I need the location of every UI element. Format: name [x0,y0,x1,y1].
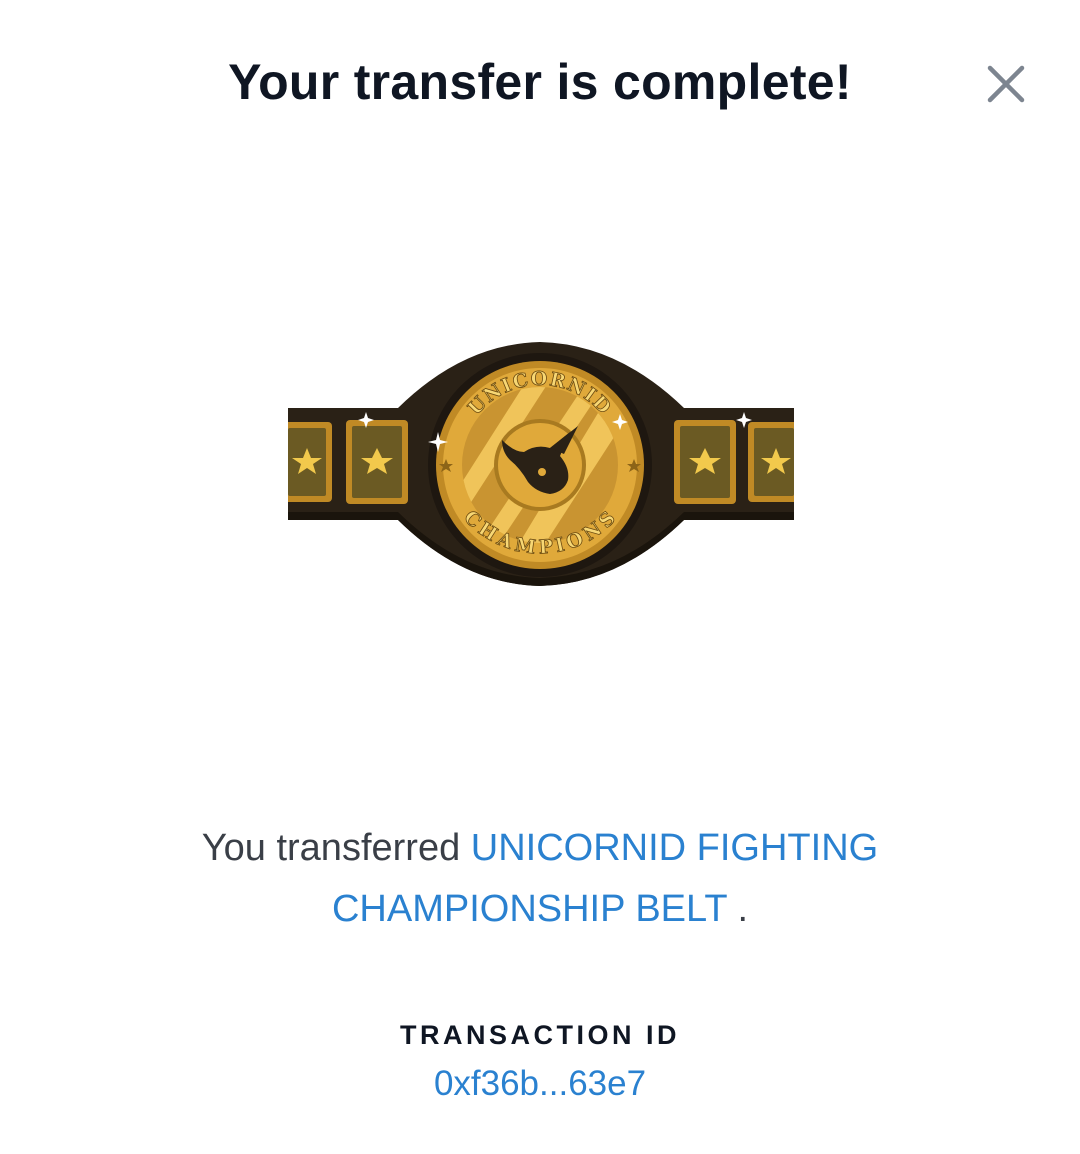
transfer-message: You transferred UNICORNID FIGHTING CHAMP… [140,818,940,940]
belt-plate-right-outer [748,422,794,502]
transaction-id-label: TRANSACTION ID [400,1020,680,1050]
championship-belt-image: UNICORNID CHAMPIONS [288,342,794,586]
message-suffix: . [737,888,748,930]
transaction-id-link[interactable]: 0xf36b...63e7 [434,1064,646,1103]
close-button[interactable] [972,50,1040,118]
belt-plate-left-outer [288,422,332,502]
belt-plate-left-inner [346,420,408,504]
modal-title: Your transfer is complete! [228,54,852,110]
close-icon [987,65,1025,103]
message-prefix: You transferred [201,827,461,869]
belt-plate-right-inner [674,420,736,504]
